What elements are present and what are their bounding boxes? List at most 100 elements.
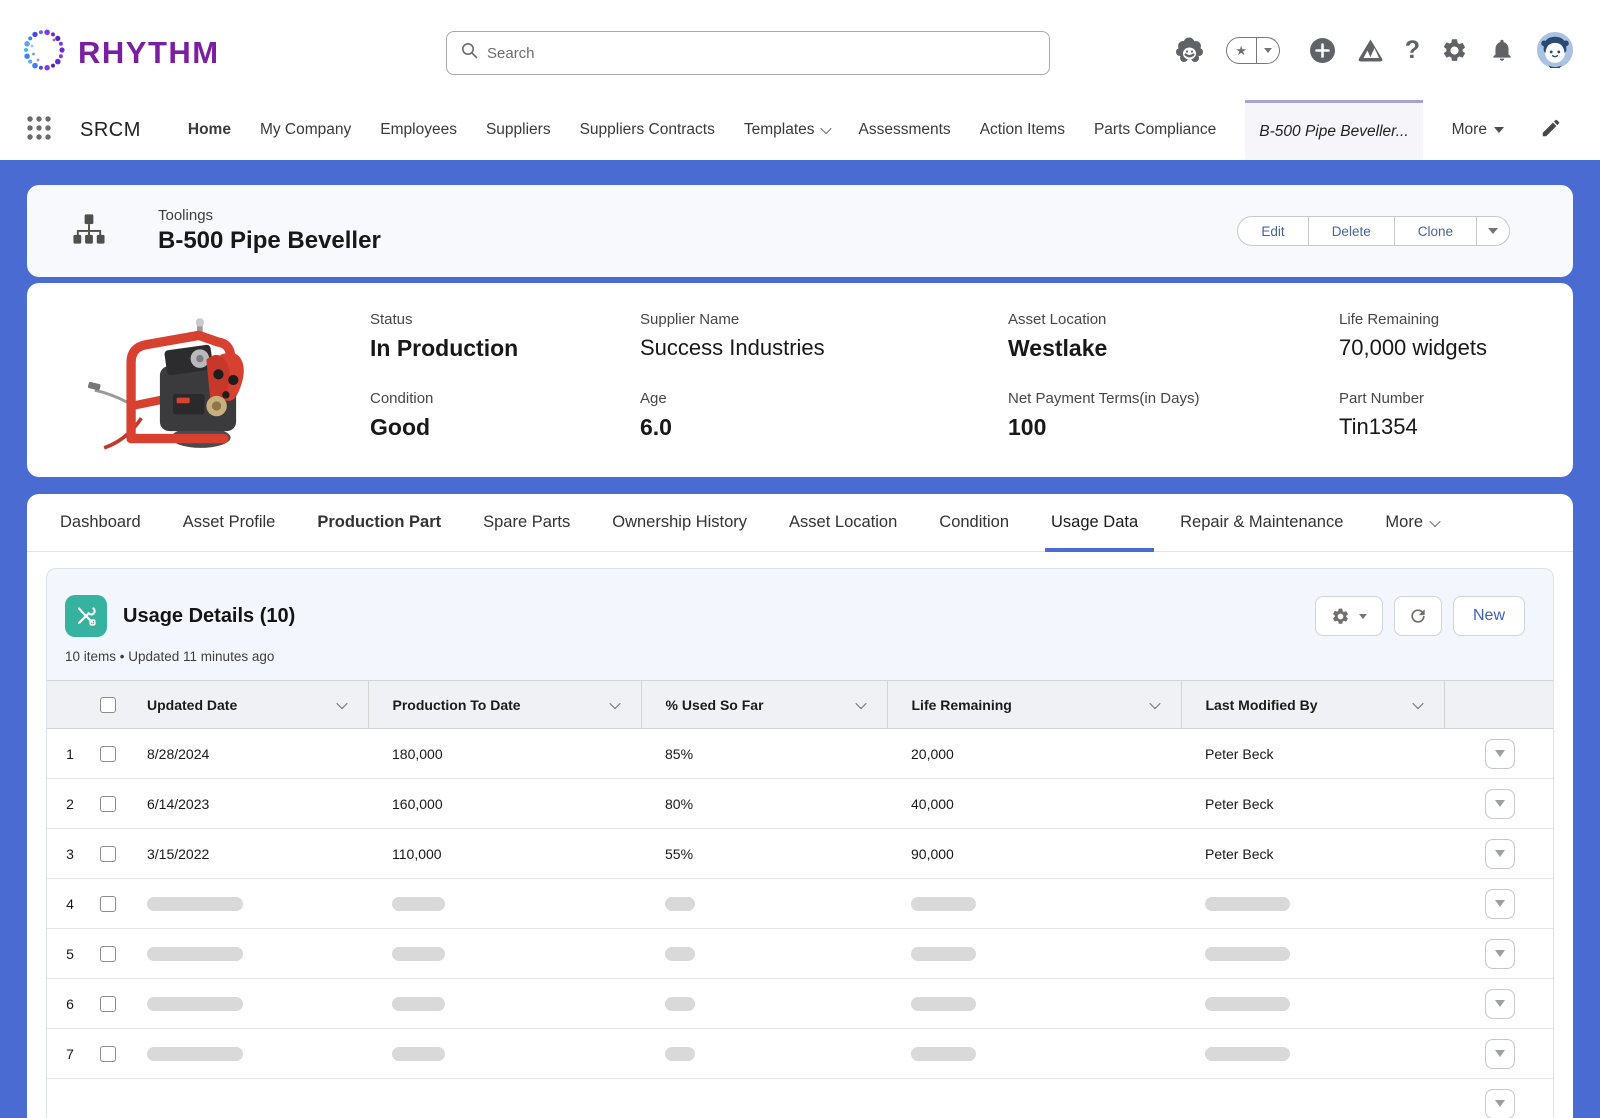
- caret-down-icon: [1495, 750, 1505, 757]
- row-actions-button[interactable]: [1485, 1039, 1515, 1069]
- tab-asset-profile[interactable]: Asset Profile: [183, 494, 276, 552]
- app-launcher-icon[interactable]: [25, 114, 53, 147]
- column-header-last-modified-by[interactable]: Last Modified By: [1181, 681, 1444, 729]
- edit-navigation-pencil-icon[interactable]: [1540, 117, 1562, 144]
- nav-tab-suppliers[interactable]: Suppliers: [486, 100, 551, 160]
- nav-tab-templates[interactable]: Templates: [744, 100, 830, 160]
- field-label: Condition: [370, 390, 640, 407]
- clone-button[interactable]: Clone: [1394, 216, 1477, 246]
- cell-production-to-date: 180,000: [368, 729, 641, 779]
- field-label: Asset Location: [1008, 311, 1339, 328]
- column-header-life-remaining[interactable]: Life Remaining: [887, 681, 1181, 729]
- row-actions-button[interactable]: [1485, 1089, 1515, 1118]
- cell-updated-date: 3/15/2022: [123, 829, 368, 879]
- edit-button[interactable]: Edit: [1237, 216, 1308, 246]
- column-header-production-to-date[interactable]: Production To Date: [368, 681, 641, 729]
- row-checkbox[interactable]: [100, 746, 116, 762]
- chevron-down-icon: [820, 123, 831, 134]
- field-net-payment-terms: Net Payment Terms(in Days) 100: [1008, 390, 1339, 441]
- nav-tab-my-company[interactable]: My Company: [260, 100, 351, 160]
- row-checkbox[interactable]: [100, 1046, 116, 1062]
- tab-asset-location[interactable]: Asset Location: [789, 494, 897, 552]
- skeleton-bar: [1205, 897, 1290, 911]
- record-details-card: Status In Production Supplier Name Succe…: [27, 283, 1573, 477]
- global-header: RHYTHM ★: [0, 0, 1600, 100]
- record-detail-tabs-card: Dashboard Asset Profile Production Part …: [27, 494, 1573, 1118]
- global-add-icon[interactable]: [1309, 37, 1336, 64]
- refresh-icon: [1408, 606, 1428, 626]
- record-action-buttons: Edit Delete Clone: [1237, 216, 1510, 246]
- guidance-center-icon[interactable]: [1357, 38, 1384, 63]
- nav-tab-action-items[interactable]: Action Items: [980, 100, 1065, 160]
- delete-button[interactable]: Delete: [1308, 216, 1395, 246]
- tab-spare-parts[interactable]: Spare Parts: [483, 494, 570, 552]
- tab-usage-data[interactable]: Usage Data: [1051, 494, 1138, 552]
- sort-chevron-icon[interactable]: [1149, 698, 1160, 709]
- nav-tab-more[interactable]: More: [1452, 100, 1504, 160]
- caret-down-icon: [1495, 950, 1505, 957]
- row-actions-button[interactable]: [1485, 989, 1515, 1019]
- toolings-object-icon: [72, 213, 106, 250]
- cell-production-to-date: 160,000: [368, 779, 641, 829]
- column-header-updated-date[interactable]: Updated Date: [123, 681, 368, 729]
- record-entity-label: Toolings: [158, 207, 381, 224]
- usage-details-title: Usage Details (10): [123, 605, 295, 628]
- sort-chevron-icon[interactable]: [1412, 698, 1423, 709]
- new-button[interactable]: New: [1453, 596, 1525, 636]
- favorites-star-icon[interactable]: ★: [1227, 38, 1257, 63]
- global-search[interactable]: [446, 31, 1050, 75]
- row-actions-button[interactable]: [1485, 789, 1515, 819]
- search-input[interactable]: [487, 45, 1035, 62]
- row-actions-button[interactable]: [1485, 839, 1515, 869]
- field-asset-location: Asset Location Westlake: [1008, 311, 1339, 362]
- tab-condition[interactable]: Condition: [939, 494, 1009, 552]
- field-label: Part Number: [1339, 390, 1545, 407]
- sort-chevron-icon[interactable]: [609, 698, 620, 709]
- field-condition: Condition Good: [370, 390, 640, 441]
- row-checkbox[interactable]: [100, 996, 116, 1012]
- setup-gear-icon[interactable]: [1441, 37, 1468, 64]
- tab-ownership-history[interactable]: Ownership History: [612, 494, 747, 552]
- field-value: 6.0: [640, 414, 1008, 441]
- favorites-caret-icon[interactable]: [1257, 48, 1279, 53]
- skeleton-bar: [147, 1047, 243, 1061]
- row-checkbox[interactable]: [100, 796, 116, 812]
- tab-more[interactable]: More: [1385, 494, 1439, 552]
- einstein-icon[interactable]: [1174, 37, 1205, 64]
- tab-dashboard[interactable]: Dashboard: [60, 494, 141, 552]
- user-avatar[interactable]: [1536, 31, 1574, 69]
- field-life-remaining: Life Remaining 70,000 widgets: [1339, 311, 1545, 362]
- more-actions-caret-button[interactable]: [1476, 216, 1510, 246]
- brand-logo-text: RHYTHM: [78, 35, 220, 71]
- row-actions-button[interactable]: [1485, 939, 1515, 969]
- row-checkbox[interactable]: [100, 846, 116, 862]
- notifications-bell-icon[interactable]: [1489, 37, 1515, 63]
- tab-production-part[interactable]: Production Part: [317, 494, 441, 552]
- refresh-button[interactable]: [1394, 596, 1442, 636]
- help-icon[interactable]: ?: [1405, 36, 1420, 65]
- row-actions-button[interactable]: [1485, 889, 1515, 919]
- row-checkbox[interactable]: [100, 896, 116, 912]
- nav-tab-parts-compliance[interactable]: Parts Compliance: [1094, 100, 1216, 160]
- favorites-pill[interactable]: ★: [1226, 37, 1280, 64]
- cell-last-modified-by: Peter Beck: [1181, 829, 1444, 879]
- sort-chevron-icon[interactable]: [855, 698, 866, 709]
- column-header-used-so-far[interactable]: % Used So Far: [641, 681, 887, 729]
- row-number: 2: [47, 779, 93, 829]
- nav-tab-b500-pipe-beveller[interactable]: B-500 Pipe Beveller...: [1245, 100, 1422, 160]
- cell-last-modified-by: Peter Beck: [1181, 779, 1444, 829]
- cell-used-so-far: 80%: [641, 779, 887, 829]
- cell-updated-date: 8/28/2024: [123, 729, 368, 779]
- nav-tab-employees[interactable]: Employees: [380, 100, 457, 160]
- nav-tab-suppliers-contracts[interactable]: Suppliers Contracts: [580, 100, 715, 160]
- select-all-checkbox[interactable]: [100, 697, 116, 713]
- sort-chevron-icon[interactable]: [336, 698, 347, 709]
- skeleton-bar: [147, 897, 243, 911]
- nav-tab-assessments[interactable]: Assessments: [859, 100, 951, 160]
- nav-tab-home[interactable]: Home: [188, 100, 231, 160]
- skeleton-bar: [665, 897, 695, 911]
- row-actions-button[interactable]: [1485, 739, 1515, 769]
- list-settings-button[interactable]: [1315, 596, 1383, 636]
- tab-repair-maintenance[interactable]: Repair & Maintenance: [1180, 494, 1343, 552]
- row-checkbox[interactable]: [100, 946, 116, 962]
